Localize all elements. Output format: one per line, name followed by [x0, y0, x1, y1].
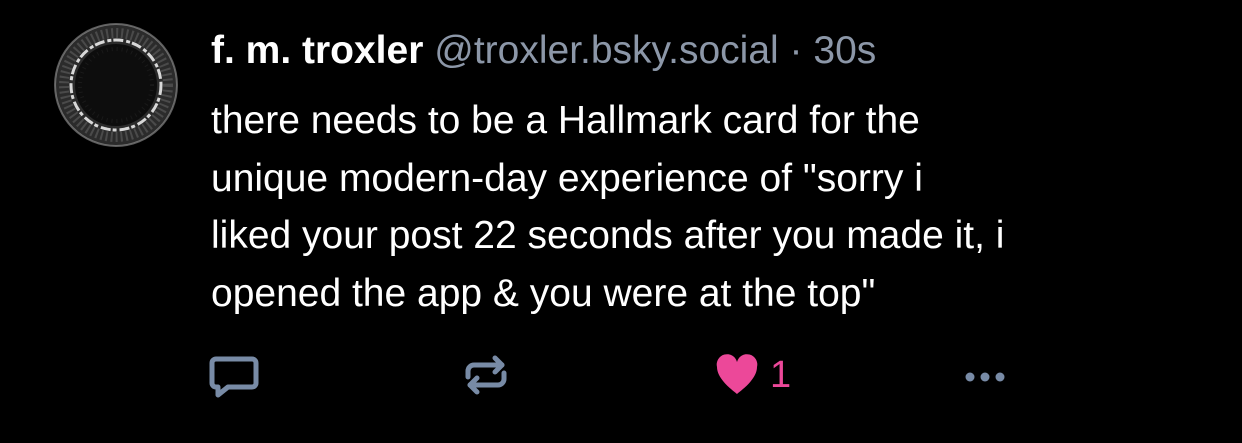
post[interactable]: f. m. troxler @troxler.bsky.social · 30s…	[0, 0, 1242, 443]
separator: ·	[789, 29, 803, 72]
handle[interactable]: @troxler.bsky.social	[434, 29, 778, 72]
like-button[interactable]: 1	[712, 345, 791, 405]
avatar[interactable]	[54, 23, 178, 147]
reply-button[interactable]	[206, 345, 262, 405]
like-count: 1	[770, 354, 792, 396]
reply-icon	[209, 356, 259, 398]
timestamp[interactable]: 30s	[813, 29, 876, 72]
post-actions: 1	[0, 345, 1242, 405]
more-button[interactable]	[960, 345, 1020, 405]
display-name[interactable]: f. m. troxler	[211, 29, 423, 72]
more-icon	[965, 372, 1005, 382]
repost-icon	[465, 355, 507, 395]
avatar-image	[56, 25, 176, 145]
post-header: f. m. troxler @troxler.bsky.social · 30s	[211, 28, 876, 74]
repost-button[interactable]	[458, 345, 514, 405]
heart-icon	[716, 354, 758, 394]
post-text: there needs to be a Hallmark card for th…	[211, 99, 1005, 315]
